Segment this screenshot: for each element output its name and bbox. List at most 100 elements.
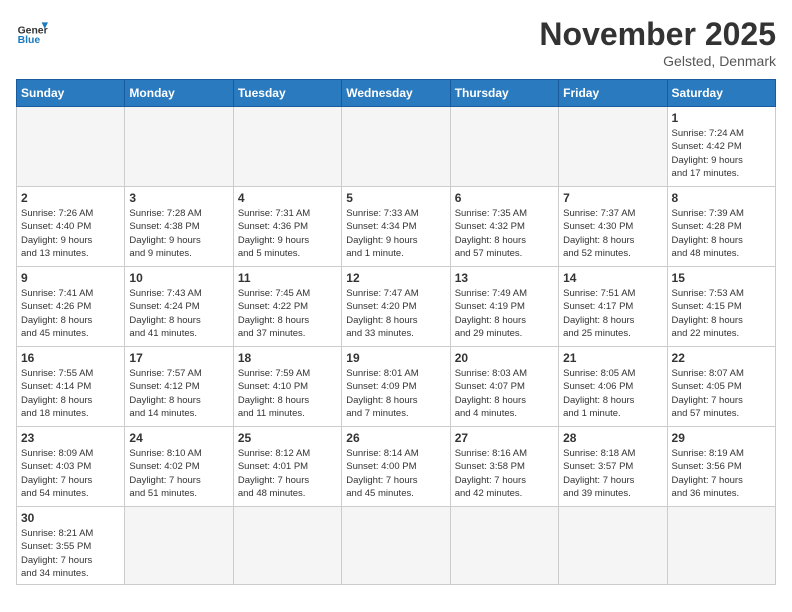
calendar-cell: 9Sunrise: 7:41 AM Sunset: 4:26 PM Daylig… xyxy=(17,267,125,347)
calendar-week-row: 2 Sunrise: 7:26 AM Sunset: 4:40 PM Daylig… xyxy=(17,187,776,267)
day-info: Sunrise: 7:39 AM Sunset: 4:28 PM Dayligh… xyxy=(672,207,771,260)
day-number: 7 xyxy=(563,191,662,205)
calendar-week-row: 23Sunrise: 8:09 AM Sunset: 4:03 PM Dayli… xyxy=(17,427,776,507)
day-info: Sunrise: 7:55 AM Sunset: 4:14 PM Dayligh… xyxy=(21,367,120,420)
calendar-cell xyxy=(233,507,341,585)
calendar-week-row: 30Sunrise: 8:21 AM Sunset: 3:55 PM Dayli… xyxy=(17,507,776,585)
day-info: Sunrise: 8:01 AM Sunset: 4:09 PM Dayligh… xyxy=(346,367,445,420)
calendar-cell: 2 Sunrise: 7:26 AM Sunset: 4:40 PM Daylig… xyxy=(17,187,125,267)
calendar-cell xyxy=(667,507,775,585)
day-number: 25 xyxy=(238,431,337,445)
day-info: Sunrise: 8:19 AM Sunset: 3:56 PM Dayligh… xyxy=(672,447,771,500)
day-number: 3 xyxy=(129,191,228,205)
calendar-cell: 10 Sunrise: 7:43 AM Sunset: 4:24 PM Dayli… xyxy=(125,267,233,347)
day-info: Sunrise: 8:05 AM Sunset: 4:06 PM Dayligh… xyxy=(563,367,662,420)
weekday-header-friday: Friday xyxy=(559,80,667,107)
day-info: Sunrise: 8:07 AM Sunset: 4:05 PM Dayligh… xyxy=(672,367,771,420)
calendar-week-row: 16 Sunrise: 7:55 AM Sunset: 4:14 PM Dayli… xyxy=(17,347,776,427)
calendar-cell: 13Sunrise: 7:49 AM Sunset: 4:19 PM Dayli… xyxy=(450,267,558,347)
weekday-header-wednesday: Wednesday xyxy=(342,80,450,107)
day-info: Sunrise: 7:59 AM Sunset: 4:10 PM Dayligh… xyxy=(238,367,337,420)
day-info: Sunrise: 8:10 AM Sunset: 4:02 PM Dayligh… xyxy=(129,447,228,500)
day-info: Sunrise: 8:18 AM Sunset: 3:57 PM Dayligh… xyxy=(563,447,662,500)
day-number: 10 xyxy=(129,271,228,285)
logo: General Blue xyxy=(16,16,48,48)
day-number: 12 xyxy=(346,271,445,285)
calendar-cell: 30Sunrise: 8:21 AM Sunset: 3:55 PM Dayli… xyxy=(17,507,125,585)
logo-icon: General Blue xyxy=(16,16,48,48)
calendar-cell: 18 Sunrise: 7:59 AM Sunset: 4:10 PM Dayli… xyxy=(233,347,341,427)
weekday-header-thursday: Thursday xyxy=(450,80,558,107)
day-number: 15 xyxy=(672,271,771,285)
calendar-cell: 6 Sunrise: 7:35 AM Sunset: 4:32 PM Daylig… xyxy=(450,187,558,267)
day-info: Sunrise: 7:33 AM Sunset: 4:34 PM Dayligh… xyxy=(346,207,445,260)
day-number: 18 xyxy=(238,351,337,365)
calendar-cell: 3 Sunrise: 7:28 AM Sunset: 4:38 PM Daylig… xyxy=(125,187,233,267)
calendar-cell xyxy=(233,107,341,187)
calendar-cell: 22 Sunrise: 8:07 AM Sunset: 4:05 PM Dayli… xyxy=(667,347,775,427)
day-info: Sunrise: 8:12 AM Sunset: 4:01 PM Dayligh… xyxy=(238,447,337,500)
calendar-cell: 19 Sunrise: 8:01 AM Sunset: 4:09 PM Dayli… xyxy=(342,347,450,427)
month-title: November 2025 xyxy=(539,16,776,53)
calendar-cell xyxy=(17,107,125,187)
calendar-cell: 15 Sunrise: 7:53 AM Sunset: 4:15 PM Dayli… xyxy=(667,267,775,347)
calendar-cell: 20Sunrise: 8:03 AM Sunset: 4:07 PM Dayli… xyxy=(450,347,558,427)
day-info: Sunrise: 7:47 AM Sunset: 4:20 PM Dayligh… xyxy=(346,287,445,340)
calendar-cell: 23Sunrise: 8:09 AM Sunset: 4:03 PM Dayli… xyxy=(17,427,125,507)
day-number: 4 xyxy=(238,191,337,205)
calendar-cell xyxy=(342,107,450,187)
day-number: 16 xyxy=(21,351,120,365)
day-number: 28 xyxy=(563,431,662,445)
calendar-cell xyxy=(559,507,667,585)
calendar-cell: 7 Sunrise: 7:37 AM Sunset: 4:30 PM Daylig… xyxy=(559,187,667,267)
day-number: 11 xyxy=(238,271,337,285)
day-info: Sunrise: 8:14 AM Sunset: 4:00 PM Dayligh… xyxy=(346,447,445,500)
day-info: Sunrise: 7:26 AM Sunset: 4:40 PM Dayligh… xyxy=(21,207,120,260)
location: Gelsted, Denmark xyxy=(539,53,776,69)
calendar-cell: 8 Sunrise: 7:39 AM Sunset: 4:28 PM Daylig… xyxy=(667,187,775,267)
weekday-header-tuesday: Tuesday xyxy=(233,80,341,107)
calendar-cell: 26Sunrise: 8:14 AM Sunset: 4:00 PM Dayli… xyxy=(342,427,450,507)
day-number: 19 xyxy=(346,351,445,365)
calendar-cell: 16 Sunrise: 7:55 AM Sunset: 4:14 PM Dayli… xyxy=(17,347,125,427)
calendar-cell: 29 Sunrise: 8:19 AM Sunset: 3:56 PM Dayli… xyxy=(667,427,775,507)
calendar-cell xyxy=(342,507,450,585)
day-info: Sunrise: 7:28 AM Sunset: 4:38 PM Dayligh… xyxy=(129,207,228,260)
day-number: 17 xyxy=(129,351,228,365)
day-number: 20 xyxy=(455,351,554,365)
day-number: 22 xyxy=(672,351,771,365)
day-info: Sunrise: 7:53 AM Sunset: 4:15 PM Dayligh… xyxy=(672,287,771,340)
day-info: Sunrise: 7:51 AM Sunset: 4:17 PM Dayligh… xyxy=(563,287,662,340)
calendar-cell: 4 Sunrise: 7:31 AM Sunset: 4:36 PM Daylig… xyxy=(233,187,341,267)
calendar-cell xyxy=(559,107,667,187)
day-info: Sunrise: 7:43 AM Sunset: 4:24 PM Dayligh… xyxy=(129,287,228,340)
calendar-cell: 28 Sunrise: 8:18 AM Sunset: 3:57 PM Dayli… xyxy=(559,427,667,507)
day-number: 9 xyxy=(21,271,120,285)
day-info: Sunrise: 7:24 AM Sunset: 4:42 PM Dayligh… xyxy=(672,127,771,180)
calendar-cell xyxy=(125,107,233,187)
weekday-header-row: SundayMondayTuesdayWednesdayThursdayFrid… xyxy=(17,80,776,107)
day-info: Sunrise: 7:31 AM Sunset: 4:36 PM Dayligh… xyxy=(238,207,337,260)
day-number: 29 xyxy=(672,431,771,445)
calendar-cell: 11Sunrise: 7:45 AM Sunset: 4:22 PM Dayli… xyxy=(233,267,341,347)
calendar-cell xyxy=(450,507,558,585)
day-info: Sunrise: 8:09 AM Sunset: 4:03 PM Dayligh… xyxy=(21,447,120,500)
day-info: Sunrise: 7:37 AM Sunset: 4:30 PM Dayligh… xyxy=(563,207,662,260)
day-number: 8 xyxy=(672,191,771,205)
day-number: 2 xyxy=(21,191,120,205)
day-number: 5 xyxy=(346,191,445,205)
day-info: Sunrise: 7:35 AM Sunset: 4:32 PM Dayligh… xyxy=(455,207,554,260)
day-number: 21 xyxy=(563,351,662,365)
calendar-cell: 27Sunrise: 8:16 AM Sunset: 3:58 PM Dayli… xyxy=(450,427,558,507)
day-number: 30 xyxy=(21,511,120,525)
day-number: 6 xyxy=(455,191,554,205)
calendar-cell: 14 Sunrise: 7:51 AM Sunset: 4:17 PM Dayli… xyxy=(559,267,667,347)
day-number: 14 xyxy=(563,271,662,285)
calendar-cell: 17 Sunrise: 7:57 AM Sunset: 4:12 PM Dayli… xyxy=(125,347,233,427)
calendar-cell: 12 Sunrise: 7:47 AM Sunset: 4:20 PM Dayli… xyxy=(342,267,450,347)
day-info: Sunrise: 7:57 AM Sunset: 4:12 PM Dayligh… xyxy=(129,367,228,420)
calendar-week-row: 1 Sunrise: 7:24 AM Sunset: 4:42 PM Daylig… xyxy=(17,107,776,187)
day-number: 1 xyxy=(672,111,771,125)
calendar-cell: 5 Sunrise: 7:33 AM Sunset: 4:34 PM Daylig… xyxy=(342,187,450,267)
calendar-week-row: 9Sunrise: 7:41 AM Sunset: 4:26 PM Daylig… xyxy=(17,267,776,347)
